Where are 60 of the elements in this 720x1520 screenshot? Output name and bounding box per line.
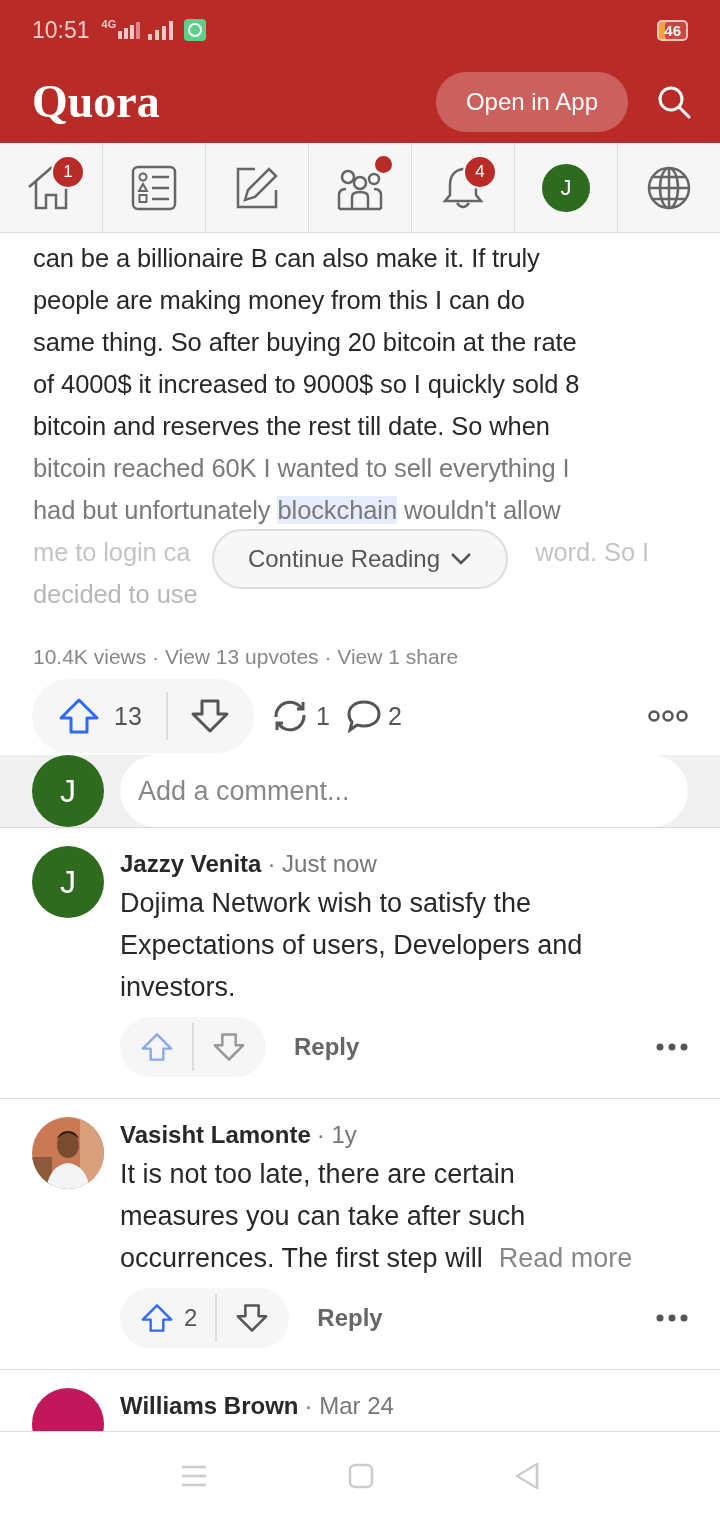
article-text: bitcoin and reserves the rest till date. So when bbox=[33, 411, 550, 442]
signal-icon bbox=[118, 21, 143, 39]
article-text: word. So I bbox=[535, 537, 649, 568]
more-icon[interactable] bbox=[648, 709, 688, 723]
comment-author[interactable]: Williams Brown bbox=[120, 1392, 299, 1419]
comment-icon[interactable] bbox=[345, 699, 382, 733]
comment-time: · Just now bbox=[267, 850, 377, 877]
open-in-app-button[interactable]: Open in App bbox=[435, 71, 628, 132]
comment-input[interactable]: Add a comment... bbox=[120, 755, 688, 827]
nav-tab[interactable]: 1 bbox=[0, 143, 103, 232]
downvote-icon[interactable] bbox=[190, 698, 230, 734]
notification-badge: 4 bbox=[463, 155, 497, 189]
comment-time: · 1y bbox=[316, 1121, 357, 1148]
more-icon[interactable] bbox=[656, 1314, 688, 1322]
article-text: people are making money from this I can do bbox=[33, 285, 525, 316]
pencil-icon bbox=[235, 165, 279, 210]
read-more-link[interactable]: Read more bbox=[498, 1237, 633, 1279]
comment-text: occurrences. The first step will bbox=[120, 1242, 483, 1275]
status-time: 10:51 bbox=[32, 16, 90, 44]
upvote-icon[interactable] bbox=[140, 1303, 174, 1333]
comment-count: 2 bbox=[387, 701, 402, 731]
more-icon[interactable] bbox=[656, 1043, 688, 1051]
article-text: can be a billionaire B can also make it. If truly bbox=[33, 243, 540, 274]
reply-button[interactable]: Reply bbox=[311, 1303, 389, 1333]
comment-time: · Mar 24 bbox=[304, 1392, 394, 1419]
nav-tab[interactable]: J bbox=[515, 143, 618, 232]
article-text: me to login ca bbox=[33, 537, 191, 568]
article-text: same thing. So after buying 20 bitcoin at the rate bbox=[33, 327, 577, 358]
network-label: 4G bbox=[101, 18, 117, 30]
upvote-icon[interactable] bbox=[58, 697, 100, 735]
continue-reading-button[interactable]: Continue Reading bbox=[212, 529, 508, 589]
user-avatar: J bbox=[32, 755, 104, 827]
notification-dot bbox=[373, 154, 394, 175]
globe-icon bbox=[646, 164, 692, 211]
post-stats: 10.4K views · View 13 upvotes · View 1 share bbox=[32, 644, 460, 670]
article-text: bitcoin reached 60K I wanted to sell everything I bbox=[33, 453, 570, 484]
share-count: 1 bbox=[316, 701, 330, 731]
quora-logo[interactable]: Quora bbox=[32, 75, 160, 128]
chevron-down-icon bbox=[450, 552, 473, 566]
comment-text: It is not too late, there are certain bbox=[120, 1158, 515, 1191]
article-text: had but unfortunately blockchain wouldn't allow bbox=[33, 495, 561, 526]
comment-text: measures you can take after such bbox=[120, 1200, 526, 1233]
comment-text: Expectations of users, Developers and bbox=[120, 929, 583, 962]
reply-button[interactable]: Reply bbox=[288, 1032, 366, 1062]
article-text: of 4000$ it increased to 9000$ so I quickly sold 8 bbox=[33, 369, 580, 400]
nav-tab[interactable]: 4 bbox=[412, 143, 515, 232]
comment-author[interactable]: Vasisht Lamonte bbox=[120, 1121, 311, 1148]
user-avatar: J bbox=[32, 846, 104, 918]
profile-avatar: J bbox=[542, 163, 590, 212]
notification-badge: 1 bbox=[51, 155, 85, 189]
downvote-icon[interactable] bbox=[235, 1303, 270, 1333]
upvote-count: 2 bbox=[184, 1304, 198, 1332]
list-icon bbox=[131, 164, 177, 211]
comment-text: Dojima Network wish to satisfy the bbox=[120, 887, 532, 920]
app-notification-icon bbox=[184, 19, 207, 41]
comment-text: investors. bbox=[120, 971, 236, 1004]
comment-author[interactable]: Jazzy Venita bbox=[120, 850, 262, 877]
battery-indicator: 46 bbox=[657, 19, 688, 41]
upvote-count: 13 bbox=[114, 701, 143, 731]
article-text: decided to use bbox=[33, 579, 198, 610]
